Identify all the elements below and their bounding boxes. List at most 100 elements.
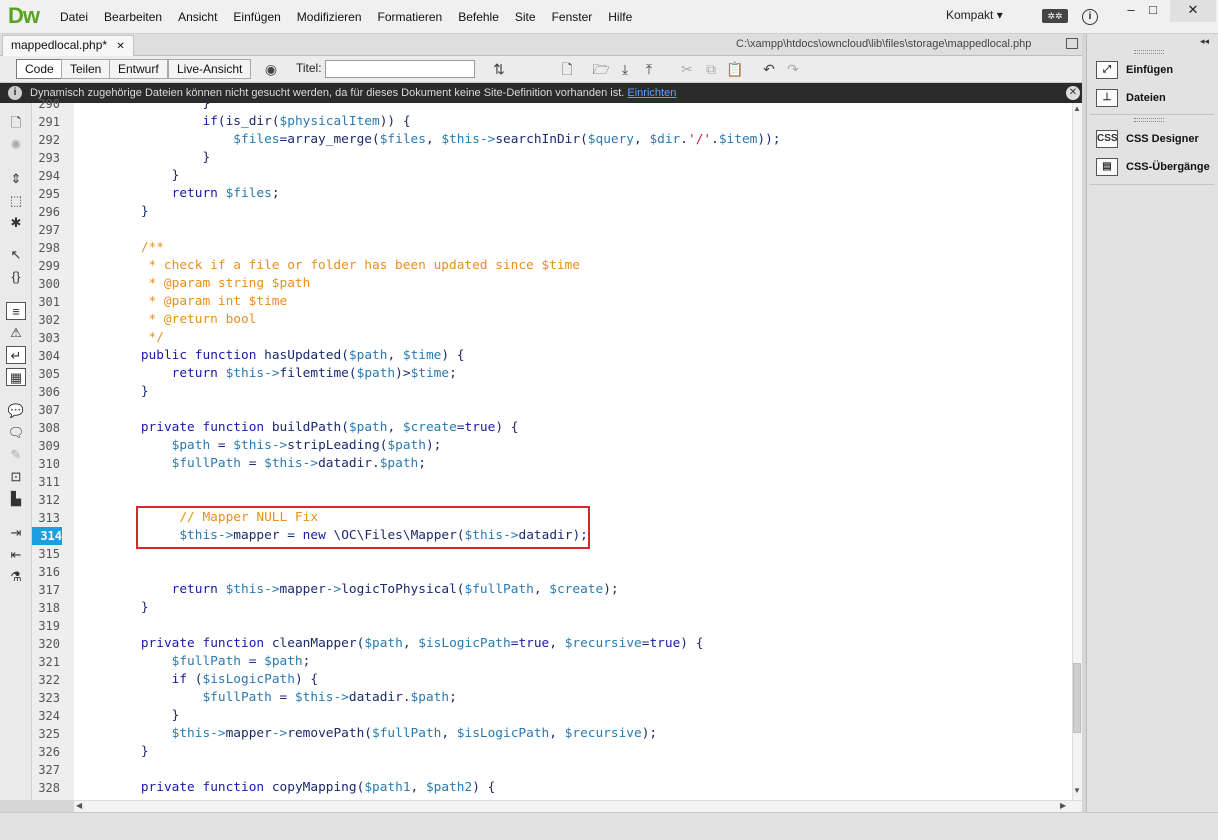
code-line[interactable]: $fullPath = $this->datadir.$path;: [110, 455, 426, 473]
panel-css-transitions[interactable]: ▤ CSS-Übergänge: [1096, 156, 1210, 178]
close-tab-icon[interactable]: ✕: [116, 41, 124, 52]
code-line[interactable]: }: [110, 599, 149, 617]
word-wrap-icon[interactable]: ↵: [6, 346, 26, 364]
expand-all-icon[interactable]: ✱: [6, 214, 26, 232]
open-folder-icon[interactable]: 🗁: [590, 58, 612, 80]
wrap-tag-icon[interactable]: ✎: [6, 446, 26, 464]
line-number: 328: [38, 781, 60, 795]
redo-icon[interactable]: ↷: [782, 58, 804, 80]
collapse-selection-icon[interactable]: ⬚: [6, 192, 26, 210]
globe-icon[interactable]: ◉: [260, 58, 282, 80]
menu-befehle[interactable]: Befehle: [450, 10, 507, 24]
panel-grip[interactable]: [1134, 50, 1164, 54]
menu-site[interactable]: Site: [507, 10, 544, 24]
sync-settings-icon[interactable]: ✲✲: [1042, 9, 1068, 23]
code-line[interactable]: public function hasUpdated($path, $time)…: [110, 347, 465, 365]
document-tab[interactable]: mappedlocal.php* ✕: [2, 35, 134, 56]
file-management-icon[interactable]: ⇅: [488, 58, 510, 80]
menu-ansicht[interactable]: Ansicht: [170, 10, 225, 24]
menu-bearbeiten[interactable]: Bearbeiten: [96, 10, 170, 24]
info-close-icon[interactable]: ✕: [1066, 86, 1080, 100]
code-line[interactable]: return $this->filemtime($path)>$time;: [110, 365, 457, 383]
format-source-icon[interactable]: ⚗: [6, 568, 26, 586]
maximize-button[interactable]: □: [1136, 0, 1170, 22]
code-line[interactable]: $this->mapper->removePath($fullPath, $is…: [110, 725, 657, 743]
code-line[interactable]: * check if a file or folder has been upd…: [110, 257, 580, 275]
code-line[interactable]: }: [110, 203, 149, 221]
code-line[interactable]: }: [110, 743, 149, 761]
menu-hilfe[interactable]: Hilfe: [600, 10, 640, 24]
code-line[interactable]: /**: [110, 239, 164, 257]
code-line[interactable]: private function buildPath($path, $creat…: [110, 419, 519, 437]
menu-fenster[interactable]: Fenster: [544, 10, 601, 24]
horizontal-scrollbar[interactable]: [74, 800, 1082, 812]
new-document-icon[interactable]: 🗋: [556, 58, 578, 80]
line-number: 297: [38, 223, 60, 237]
code-editor[interactable]: } if(is_dir($physicalItem)) { $files=arr…: [74, 103, 1072, 800]
paste-icon[interactable]: 📋: [724, 58, 746, 80]
restore-document-icon[interactable]: [1066, 38, 1078, 49]
panel-files[interactable]: ⊥ Dateien: [1096, 87, 1166, 109]
code-line[interactable]: $fullPath = $path;: [110, 653, 311, 671]
setup-link[interactable]: Einrichten: [627, 87, 676, 99]
help-info-icon[interactable]: i: [1082, 9, 1098, 25]
close-window-button[interactable]: ✕: [1170, 0, 1216, 22]
code-line[interactable]: if ($isLogicPath) {: [110, 671, 318, 689]
menu-modifizieren[interactable]: Modifizieren: [289, 10, 370, 24]
remove-comment-icon[interactable]: 🗨: [6, 424, 26, 442]
design-view-button[interactable]: Entwurf: [109, 59, 168, 79]
outdent-code-icon[interactable]: ⇤: [6, 546, 26, 564]
code-line[interactable]: * @param string $path: [110, 275, 311, 293]
code-line[interactable]: */: [110, 329, 164, 347]
show-code-navigator-icon[interactable]: ✺: [6, 136, 26, 154]
code-line[interactable]: }: [110, 707, 180, 725]
code-line[interactable]: $files=array_merge($files, $this->search…: [110, 131, 780, 149]
code-line[interactable]: private function cleanMapper($path, $isL…: [110, 635, 704, 653]
title-input[interactable]: [325, 60, 475, 78]
code-line[interactable]: }: [110, 383, 149, 401]
scroll-right-arrow-icon[interactable]: ▶: [1060, 801, 1066, 810]
indent-code-icon[interactable]: ⇥: [6, 524, 26, 542]
menu-formatieren[interactable]: Formatieren: [370, 10, 451, 24]
vertical-scrollbar-thumb[interactable]: [1073, 663, 1081, 733]
menu-datei[interactable]: Datei: [52, 10, 96, 24]
upload-icon[interactable]: ⤒: [638, 58, 660, 80]
panel-insert[interactable]: ⤢ Einfügen: [1096, 59, 1173, 81]
panel-css-designer[interactable]: CSS CSS Designer: [1096, 128, 1199, 150]
scroll-down-arrow-icon[interactable]: ▼: [1073, 786, 1081, 795]
recent-snippets-icon[interactable]: ⊡: [6, 468, 26, 486]
syntax-coloring-icon[interactable]: ▦: [6, 368, 26, 386]
copy-icon[interactable]: ⧉: [700, 58, 722, 80]
code-line[interactable]: private function copyMapping($path1, $pa…: [110, 779, 496, 797]
line-numbers-icon[interactable]: ≡: [6, 302, 26, 320]
scroll-left-arrow-icon[interactable]: ◀: [76, 801, 82, 810]
scroll-up-arrow-icon[interactable]: ▲: [1073, 104, 1081, 113]
live-view-button[interactable]: Live-Ansicht: [168, 59, 252, 79]
select-parent-tag-icon[interactable]: ↖: [6, 246, 26, 264]
panel-grip[interactable]: [1134, 118, 1164, 122]
open-documents-icon[interactable]: 🗋: [6, 114, 26, 132]
apply-comment-icon[interactable]: 💬: [6, 402, 26, 420]
move-css-icon[interactable]: ▙: [6, 490, 26, 508]
workspace-switcher[interactable]: Kompakt ▾: [946, 8, 1003, 22]
code-line[interactable]: }: [110, 149, 210, 167]
code-line[interactable]: * @param int $time: [110, 293, 288, 311]
menu-einfuegen[interactable]: Einfügen: [225, 10, 288, 24]
collapse-panel-icon[interactable]: ◂◂: [1200, 36, 1209, 47]
code-line[interactable]: * @return bool: [110, 311, 257, 329]
code-line[interactable]: return $this->mapper->logicToPhysical($f…: [110, 581, 619, 599]
download-icon[interactable]: ⤓: [614, 58, 636, 80]
code-line[interactable]: if(is_dir($physicalItem)) {: [110, 113, 410, 131]
highlight-invalid-code-icon[interactable]: ⚠: [6, 324, 26, 342]
undo-icon[interactable]: ↶: [758, 58, 780, 80]
collapse-full-tag-icon[interactable]: ⇕: [6, 170, 26, 188]
cut-icon[interactable]: ✂: [676, 58, 698, 80]
split-view-button[interactable]: Teilen: [61, 59, 111, 79]
balance-braces-icon[interactable]: {}: [6, 268, 26, 286]
code-line[interactable]: }: [110, 103, 210, 113]
code-line[interactable]: return $files;: [110, 185, 280, 203]
code-view-button[interactable]: Code: [16, 59, 63, 79]
code-line[interactable]: $fullPath = $this->datadir.$path;: [110, 689, 456, 707]
code-line[interactable]: $path = $this->stripLeading($path);: [110, 437, 442, 455]
code-line[interactable]: }: [110, 167, 180, 185]
